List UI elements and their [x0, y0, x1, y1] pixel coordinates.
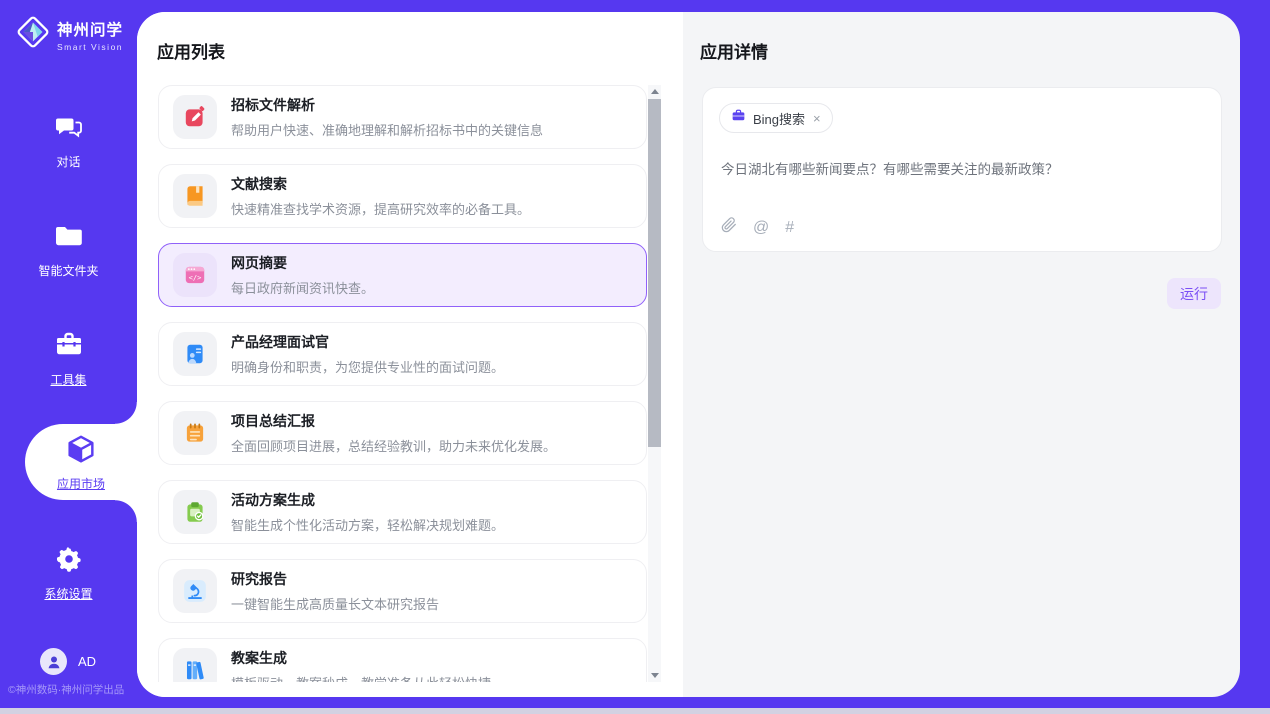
svg-text:</>: </>: [189, 273, 202, 282]
mention-icon[interactable]: @: [753, 219, 769, 237]
sidebar-item-label: 系统设置: [0, 585, 137, 602]
tool-chip-bing-search[interactable]: Bing搜索 ×: [719, 103, 833, 133]
scrollbar-thumb[interactable]: [648, 99, 661, 447]
gear-icon: [54, 561, 84, 578]
brand-logo: 神州问学 Smart Vision: [14, 13, 123, 56]
app-list-item[interactable]: 项目总结汇报 全面回顾项目进展，总结经验教训，助力未来优化发展。: [158, 401, 647, 465]
tool-chip-label: Bing搜索: [753, 109, 805, 128]
briefcase-icon: [731, 108, 746, 128]
scroll-up-arrow-icon[interactable]: [648, 85, 661, 98]
toolbox-icon: [54, 347, 84, 364]
app-list-item[interactable]: 产品经理面试官 明确身份和职责，为您提供专业性的面试问题。: [158, 322, 647, 386]
query-text[interactable]: 今日湖北有哪些新闻要点？有哪些需要关注的最新政策？: [721, 158, 1203, 178]
app-list-item[interactable]: 活动方案生成 智能生成个性化活动方案，轻松解决规划难题。: [158, 480, 647, 544]
app-list-item[interactable]: 招标文件解析 帮助用户快速、准确地理解和解析招标书中的关键信息: [158, 85, 647, 149]
user-name: AD: [78, 654, 96, 669]
content-area: 应用列表 招标文件解析 帮助用户快速、准确地理解和解析招标书中的关键信息 文献搜…: [137, 12, 1240, 697]
sidebar-item-label: 对话: [0, 153, 137, 170]
sidebar-item-settings[interactable]: 系统设置: [0, 544, 137, 602]
chat-icon: [54, 129, 84, 146]
app-detail-title: 应用详情: [700, 38, 1240, 63]
copyright-text: ©神州数码·神州问学出品: [8, 682, 124, 697]
app-list-scrollbar[interactable]: [648, 85, 661, 682]
app-list-item[interactable]: 研究报告 一键智能生成高质量长文本研究报告: [158, 559, 647, 623]
microscope-icon: [173, 569, 217, 613]
sidebar-item-smart-folder[interactable]: 智能文件夹: [0, 221, 137, 279]
paperclip-icon[interactable]: [721, 217, 737, 238]
note-icon: [173, 411, 217, 455]
sidebar-item-label: 工具集: [0, 371, 137, 388]
sidebar-item-label: 应用市场: [57, 475, 105, 492]
book-icon: [173, 174, 217, 218]
pen-icon: [173, 95, 217, 139]
run-button[interactable]: 运行: [1167, 278, 1221, 309]
sidebar-item-chat[interactable]: 对话: [0, 112, 137, 170]
books-icon: [173, 648, 217, 682]
query-composer[interactable]: Bing搜索 × 今日湖北有哪些新闻要点？有哪些需要关注的最新政策？ @ #: [702, 87, 1222, 252]
app-list-panel: 应用列表 招标文件解析 帮助用户快速、准确地理解和解析招标书中的关键信息 文献搜…: [137, 12, 683, 697]
app-list: 招标文件解析 帮助用户快速、准确地理解和解析招标书中的关键信息 文献搜索 快速精…: [158, 85, 647, 682]
close-icon[interactable]: ×: [813, 111, 821, 126]
app-detail-panel: 应用详情 Bing搜索 × 今日湖北有哪些新闻要点？有哪些需要关注的最新政策？ …: [683, 12, 1240, 697]
hash-icon[interactable]: #: [785, 219, 794, 237]
app-list-item[interactable]: </> 网页摘要 每日政府新闻资讯快查。: [158, 243, 647, 307]
browser-icon: </>: [173, 253, 217, 297]
brand-subtitle: Smart Vision: [57, 42, 123, 52]
brand-name: 神州问学: [57, 18, 123, 40]
sidebar-item-toolset[interactable]: 工具集: [0, 330, 137, 388]
user-account[interactable]: AD: [0, 648, 137, 675]
sidebar: 神州问学 Smart Vision 对话 智能文件夹 工具集: [0, 0, 137, 708]
folder-icon: [54, 238, 84, 255]
sidebar-item-app-market[interactable]: 应用市场: [25, 424, 137, 500]
clipboard-icon: [173, 490, 217, 534]
app-list-title: 应用列表: [157, 38, 225, 63]
avatar: [40, 648, 67, 675]
cube-icon: [64, 433, 98, 472]
interview-icon: [173, 332, 217, 376]
scroll-down-arrow-icon[interactable]: [648, 669, 661, 682]
app-window: 神州问学 Smart Vision 对话 智能文件夹 工具集: [0, 0, 1270, 714]
gem-logo-icon: [14, 13, 52, 56]
app-list-item[interactable]: 教案生成 模板驱动，教案秒成，教学准备从此轻松快捷: [158, 638, 647, 682]
sidebar-item-label: 智能文件夹: [0, 262, 137, 279]
window-bottom-edge: [0, 708, 1270, 714]
app-list-item[interactable]: 文献搜索 快速精准查找学术资源，提高研究效率的必备工具。: [158, 164, 647, 228]
